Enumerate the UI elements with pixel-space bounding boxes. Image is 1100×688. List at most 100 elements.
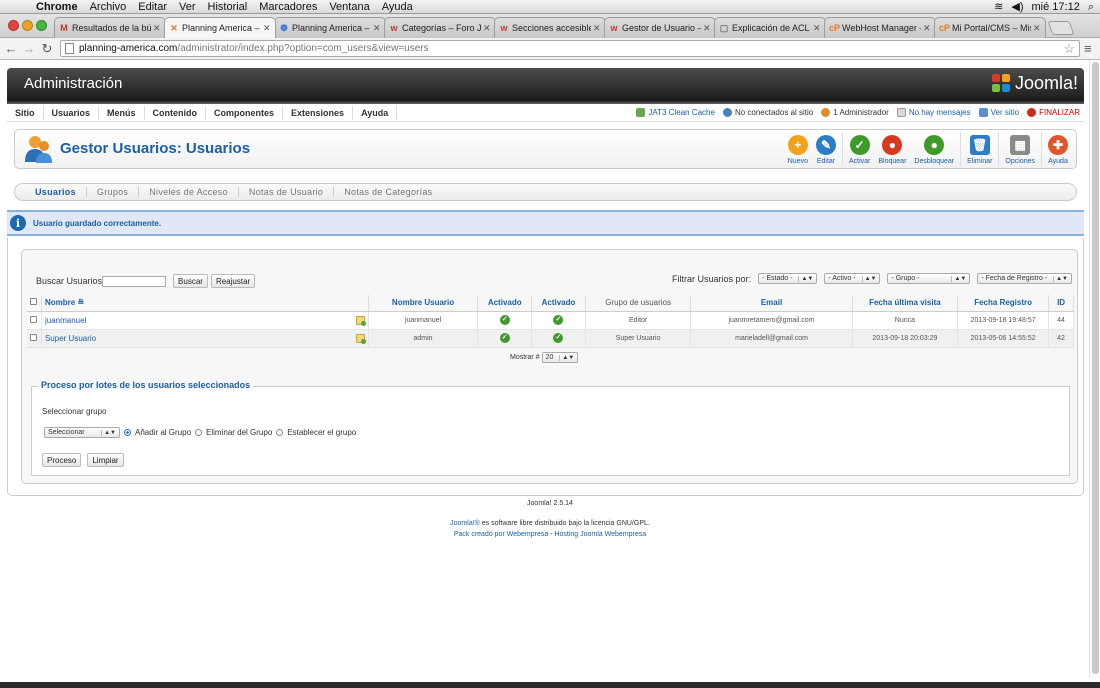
messages-link[interactable]: No hay mensajes <box>896 108 971 117</box>
browser-menu-icon[interactable]: ≡ <box>1084 41 1092 56</box>
tab-grupos[interactable]: Grupos <box>85 187 138 197</box>
browser-tab[interactable]: ▢Explicación de ACL en✕ <box>714 17 826 38</box>
add-to-group-radio[interactable] <box>124 429 131 436</box>
col-activado-2[interactable]: Activado <box>531 295 586 312</box>
wifi-icon[interactable]: ≋ <box>994 0 1003 14</box>
tab-close-icon[interactable]: ✕ <box>263 23 271 34</box>
tab-close-icon[interactable]: ✕ <box>593 23 601 34</box>
user-name-link[interactable]: juanmanuel <box>45 316 86 325</box>
row-checkbox[interactable] <box>30 333 38 341</box>
help-button[interactable]: ✚ Ayuda <box>1044 132 1072 166</box>
bookmark-star-icon[interactable]: ☆ <box>1063 41 1075 57</box>
search-button[interactable]: Buscar <box>173 274 208 288</box>
address-bar[interactable]: planning-america.com/administrator/index… <box>60 40 1080 57</box>
col-nombre-usuario[interactable]: Nombre Usuario <box>368 295 479 312</box>
col-activado[interactable]: Activado <box>477 295 533 312</box>
edit-button[interactable]: ✎ Editar <box>812 132 840 166</box>
joomla-link[interactable]: Joomla!® <box>450 520 480 527</box>
browser-tab[interactable]: cPWebHost Manager – cP✕ <box>824 17 936 38</box>
options-button[interactable]: ▦ Opciones <box>1001 132 1039 166</box>
minimize-window-icon[interactable] <box>22 20 33 31</box>
close-window-icon[interactable] <box>8 20 19 31</box>
clean-cache-link[interactable]: JAT3 Clean Cache <box>636 108 715 117</box>
tab-close-icon[interactable]: ✕ <box>1033 23 1041 34</box>
reset-button[interactable]: Reajustar <box>210 274 256 288</box>
tab-close-icon[interactable]: ✕ <box>483 23 491 34</box>
tab-close-icon[interactable]: ✕ <box>923 23 931 34</box>
menu-clock[interactable]: mié 17:12 <box>1032 0 1080 14</box>
mac-menu-app[interactable]: Chrome <box>30 0 84 14</box>
state-filter-select[interactable]: - Estado - ▲▼ <box>758 273 818 284</box>
forward-arrow-icon[interactable]: → <box>22 41 36 57</box>
remove-from-group-radio[interactable] <box>195 429 203 436</box>
webempresa-hosting-link[interactable]: Hosting Joomla Webempresa <box>554 531 646 538</box>
clear-button[interactable]: Limpiar <box>87 453 124 467</box>
page-scrollbar[interactable] <box>1089 60 1100 678</box>
enabled-check-icon[interactable]: ✓ <box>499 333 510 343</box>
activated-check-icon[interactable]: ✓ <box>553 315 564 325</box>
admin-menu-extensiones[interactable]: Extensiones <box>283 105 354 120</box>
col-ultima-visita[interactable]: Fecha última visita <box>852 295 959 312</box>
tab-notas-de-categorias[interactable]: Notas de Categorías <box>333 187 442 197</box>
scrollbar-thumb[interactable] <box>1092 62 1099 674</box>
delete-button[interactable]: 🗑 Eliminar <box>963 132 996 166</box>
view-site-link[interactable]: Ver sitio <box>978 108 1019 117</box>
mac-menu-ver[interactable]: Ver <box>173 0 202 14</box>
mac-menu-editar[interactable]: Editar <box>132 0 173 14</box>
col-nombre[interactable]: Nombre ≞ <box>41 295 369 312</box>
spotlight-icon[interactable]: ⌕ <box>1088 0 1094 14</box>
browser-tab[interactable]: w Gestor de Usuario – He✕ <box>604 17 716 38</box>
mac-menu-ayuda[interactable]: Ayuda <box>376 0 419 14</box>
add-note-icon[interactable] <box>355 315 366 326</box>
logout-link[interactable]: FINALIZAR <box>1027 108 1080 117</box>
tab-notas-de-usuario[interactable]: Notas de Usuario <box>237 187 333 197</box>
activated-check-icon[interactable]: ✓ <box>553 333 564 343</box>
browser-tab[interactable]: M Resultados de la búsq✕ <box>54 17 166 38</box>
new-tab-button[interactable] <box>1047 21 1075 35</box>
select-all-checkbox[interactable] <box>30 298 38 306</box>
tab-close-icon[interactable]: ✕ <box>153 23 161 34</box>
browser-tab[interactable]: cPMi Portal/CMS – Mis A✕ <box>934 17 1046 38</box>
col-fecha-registro[interactable]: Fecha Registro <box>957 295 1050 312</box>
browser-tab[interactable]: w Categorías – Foro Joom✕ <box>384 17 496 38</box>
unblock-button[interactable]: ● Desbloquear <box>910 132 958 166</box>
enabled-check-icon[interactable]: ✓ <box>499 315 510 325</box>
tab-niveles-de-acceso[interactable]: Niveles de Acceso <box>138 187 238 197</box>
new-button[interactable]: + Nuevo <box>784 132 812 166</box>
tab-close-icon[interactable]: ✕ <box>813 23 821 34</box>
col-id[interactable]: ID <box>1048 295 1074 312</box>
process-button[interactable]: Proceso <box>42 453 82 467</box>
admin-menu-componentes[interactable]: Componentes <box>206 105 284 120</box>
webempresa-pack-link[interactable]: Pack creado por Webempresa <box>454 531 548 538</box>
batch-group-select[interactable]: Seleccionar ▲▼ <box>44 427 120 438</box>
volume-icon[interactable]: ◀) <box>1011 0 1023 14</box>
zoom-window-icon[interactable] <box>36 20 47 31</box>
tab-close-icon[interactable]: ✕ <box>373 23 381 34</box>
col-email[interactable]: Email <box>690 295 853 312</box>
registration-date-filter-select[interactable]: - Fecha de Registro - ▲▼ <box>977 273 1072 284</box>
mac-menu-archivo[interactable]: Archivo <box>84 0 133 14</box>
browser-tab[interactable]: ❁ Planning America – He✕ <box>274 17 386 38</box>
admin-menu-sitio[interactable]: Sitio <box>7 105 44 120</box>
admin-menu-usuarios[interactable]: Usuarios <box>44 105 100 120</box>
group-filter-select[interactable]: - Grupo - ▲▼ <box>887 273 971 284</box>
block-button[interactable]: ● Bloquear <box>874 132 910 166</box>
row-checkbox[interactable] <box>30 315 38 323</box>
user-name-link[interactable]: Super Usuario <box>45 334 96 343</box>
mac-menu-marcadores[interactable]: Marcadores <box>253 0 323 14</box>
browser-tab[interactable]: w Secciones accesibles s✕ <box>494 17 606 38</box>
admin-menu-menus[interactable]: Menús <box>99 105 145 120</box>
reload-icon[interactable]: ↻ <box>40 41 54 57</box>
tab-usuarios[interactable]: Usuarios <box>25 187 86 197</box>
active-filter-select[interactable]: - Activo - ▲▼ <box>824 273 881 284</box>
set-group-radio[interactable] <box>276 429 284 436</box>
mac-menu-historial[interactable]: Historial <box>202 0 254 14</box>
search-input[interactable] <box>102 275 167 287</box>
list-limit-select[interactable]: 20 ▲▼ <box>541 352 579 363</box>
admin-menu-ayuda[interactable]: Ayuda <box>353 105 398 120</box>
activate-button[interactable]: ✓ Activar <box>845 132 874 166</box>
back-arrow-icon[interactable]: ← <box>4 41 18 57</box>
mac-menu-ventana[interactable]: Ventana <box>323 0 375 14</box>
add-note-icon[interactable] <box>355 333 366 344</box>
admin-menu-contenido[interactable]: Contenido <box>145 105 207 120</box>
